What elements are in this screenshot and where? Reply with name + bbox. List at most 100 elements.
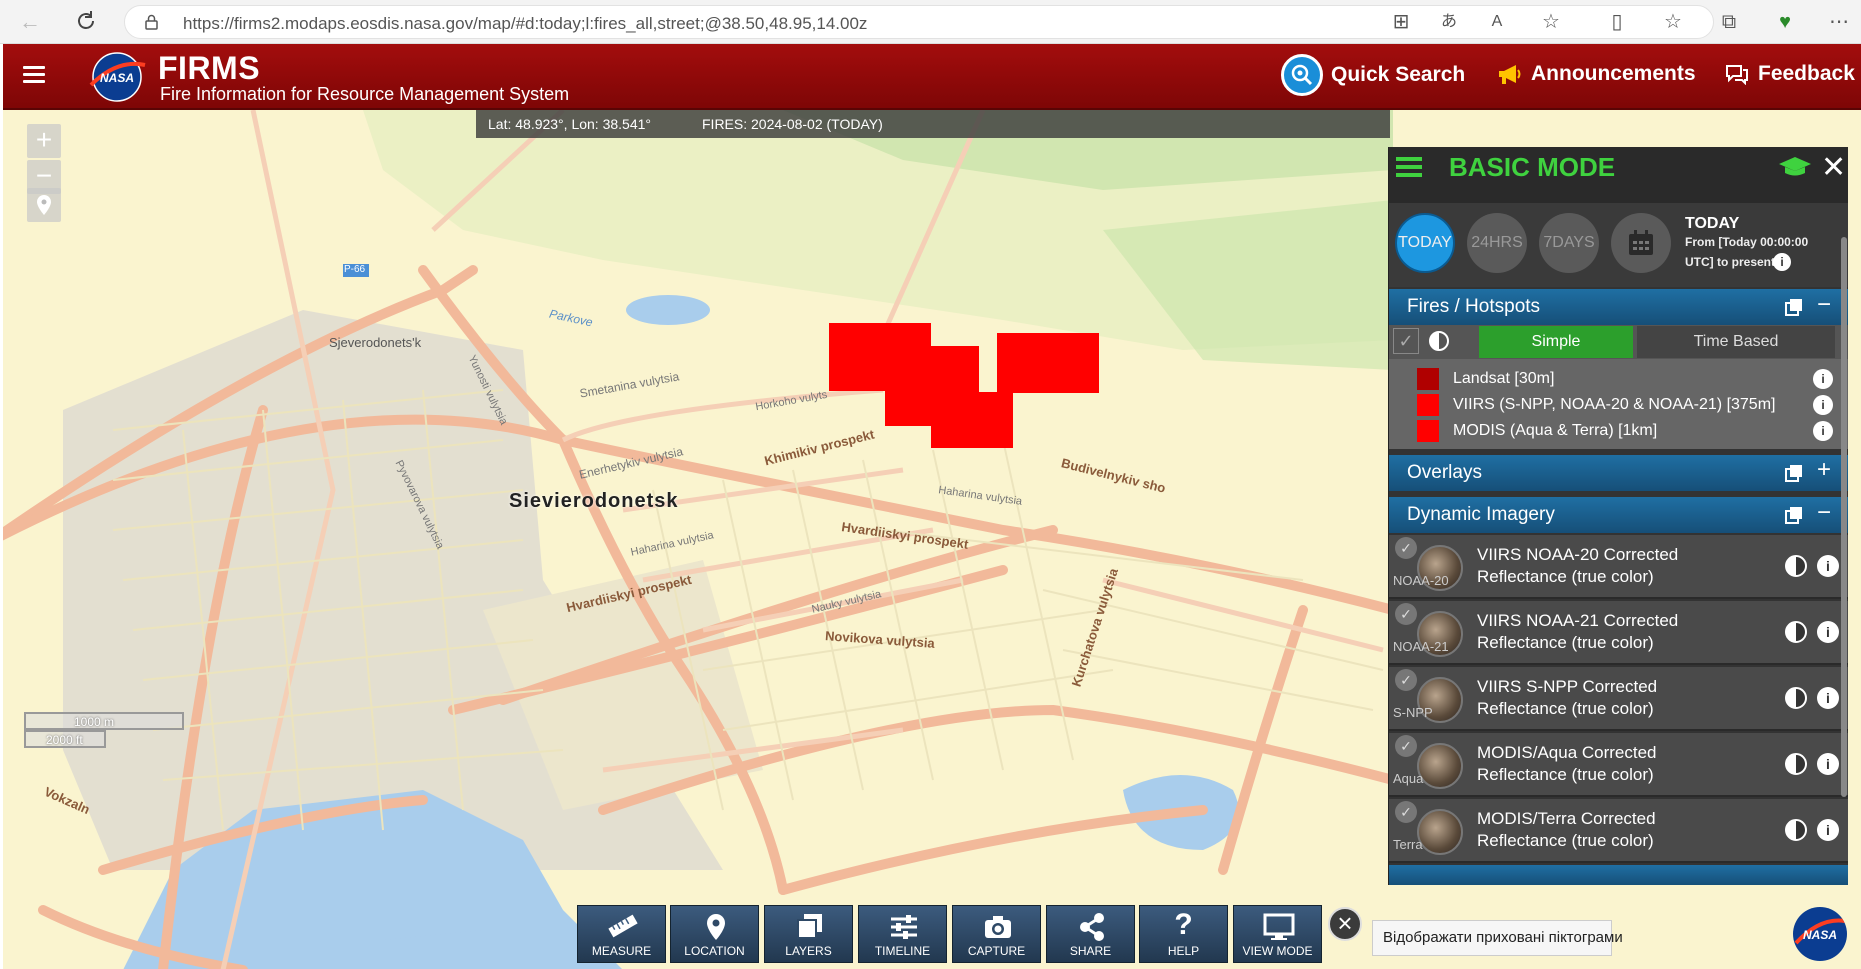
opacity-icon[interactable] [1785,687,1807,709]
more-menu-icon[interactable]: ⋯ [1826,10,1852,34]
layer-check-icon[interactable]: ✓ [1395,801,1417,823]
info-icon[interactable]: i [1817,819,1839,841]
layer-title: VIIRS S-NPP Corrected Reflectance (true c… [1477,676,1657,720]
hotspot-mode-row: ✓ Simple Time Based [1389,325,1848,359]
close-toolbar-icon[interactable]: × [1328,907,1362,941]
dynamic-layer-viirs-noaa21[interactable]: ✓ NOAA-21 VIIRS NOAA-21 Corrected Reflect… [1389,601,1848,665]
quick-search-label: Quick Search [1331,63,1466,86]
overlays-section[interactable]: Overlays + [1389,455,1848,491]
view-mode-tool-button[interactable]: VIEW MODE [1233,905,1322,963]
layer-check-icon[interactable]: ✓ [1395,603,1417,625]
hotspot-layer-modis[interactable]: MODIS (Aqua & Terra) [1km] i [1389,417,1848,447]
nasa-corner-logo[interactable]: NASA [1793,907,1847,961]
favorite-star-icon[interactable]: ☆ [1538,10,1564,34]
time-24hrs-button[interactable]: 24HRS [1467,213,1527,273]
layer-title-line2: Reflectance (true color) [1477,699,1654,718]
timeline-tool-button[interactable]: TIMELINE [858,905,947,963]
layer-title-line1: MODIS/Aqua Corrected [1477,743,1657,762]
tool-label: SHARE [1069,944,1112,958]
address-bar[interactable]: https://firms2.modaps.eosdis.nasa.gov/ma… [124,5,1714,39]
info-icon[interactable]: i [1817,621,1839,643]
time-info-icon[interactable]: i [1773,253,1791,271]
overlays-label: Overlays [1407,462,1482,483]
feedback-button[interactable]: Feedback [1724,62,1855,86]
panel-header: BASIC MODE ✕ [1389,147,1848,203]
layer-title-line1: VIIRS NOAA-21 Corrected [1477,611,1679,630]
fire-hotspot[interactable] [997,333,1099,393]
dynamic-layer-modis-aqua[interactable]: ✓ Aqua MODIS/Aqua Corrected Reflectance (… [1389,733,1848,797]
fires-hotspots-section[interactable]: Fires / Hotspots − [1389,289,1848,325]
time-7days-button[interactable]: 7DAYS [1539,213,1599,273]
zoom-in-button[interactable]: + [27,124,61,158]
measure-tool-button[interactable]: MEASURE [577,905,666,963]
hamburger-menu-icon[interactable] [23,66,45,84]
status-bar: Lat: 48.923°, Lon: 38.541° FIRES: 2024-0… [476,110,1390,138]
cursor-coordinates: Lat: 48.923°, Lon: 38.541° [488,116,651,132]
calendar-button[interactable] [1611,213,1671,273]
collapse-icon[interactable]: − [1817,499,1831,527]
favorites-icon[interactable]: ☆ [1660,10,1686,34]
info-icon[interactable]: i [1817,555,1839,577]
close-panel-icon[interactable]: ✕ [1821,150,1846,185]
question-mark-icon: ? [1174,908,1193,941]
layers-menu-icon[interactable] [1396,157,1424,179]
layer-check-icon[interactable]: ✓ [1395,537,1417,559]
collapse-icon[interactable]: − [1817,291,1831,319]
dynamic-layer-viirs-noaa20[interactable]: ✓ NOAA-20 VIIRS NOAA-20 Corrected Reflect… [1389,535,1848,599]
layer-title: VIIRS NOAA-20 Corrected Reflectance (true… [1477,544,1678,588]
mode-simple-button[interactable]: Simple [1479,326,1633,358]
help-tool-button[interactable]: ? HELP [1139,905,1228,963]
opacity-icon[interactable] [1429,331,1449,351]
url-text[interactable]: https://firms2.modaps.eosdis.nasa.gov/ma… [183,14,867,34]
back-icon[interactable]: ← [18,10,42,34]
opacity-icon[interactable] [1785,621,1807,643]
info-icon[interactable]: i [1813,421,1833,441]
layer-check-icon[interactable]: ✓ [1395,669,1417,691]
locate-button[interactable] [27,188,61,222]
translate-icon[interactable]: あ [1436,10,1462,34]
layers-copy-icon[interactable] [1785,298,1803,316]
static-backgrounds-section-partial[interactable] [1389,865,1848,885]
reload-icon[interactable] [74,10,98,34]
panel-scrollbar[interactable] [1841,237,1847,797]
info-icon[interactable]: i [1813,395,1833,415]
capture-tool-button[interactable]: CAPTURE [952,905,1041,963]
layers-copy-icon[interactable] [1785,464,1803,482]
fire-hotspot[interactable] [931,392,1013,448]
select-all-checkbox[interactable]: ✓ [1393,328,1419,354]
layer-title-line2: Reflectance (true color) [1477,765,1654,784]
opacity-icon[interactable] [1785,819,1807,841]
expand-icon[interactable]: + [1817,456,1831,484]
apps-icon[interactable]: ⊞ [1388,10,1414,34]
scale-label-feet: 2000 ft [46,733,83,747]
time-today-button[interactable]: TODAY [1395,213,1455,273]
layer-check-icon[interactable]: ✓ [1395,735,1417,757]
browser-essentials-icon[interactable]: ♥ [1772,10,1798,34]
info-icon[interactable]: i [1817,753,1839,775]
collections-icon[interactable]: ⧉ [1716,10,1742,34]
layers-icon [797,914,822,939]
lock-icon[interactable] [145,14,158,30]
tool-label: LOCATION [684,944,745,958]
info-icon[interactable]: i [1817,687,1839,709]
layers-tool-button[interactable]: LAYERS [764,905,853,963]
read-aloud-icon[interactable]: A [1484,10,1510,34]
quick-search-button[interactable]: Quick Search [1281,54,1465,96]
mode-time-based-button[interactable]: Time Based [1637,326,1835,358]
opacity-icon[interactable] [1785,753,1807,775]
dynamic-imagery-label: Dynamic Imagery [1407,504,1555,525]
app-header: NASA FIRMS Fire Information for Resource… [3,44,1861,110]
dynamic-layer-modis-terra[interactable]: ✓ Terra MODIS/Terra Corrected Reflectance… [1389,799,1848,863]
opacity-icon[interactable] [1785,555,1807,577]
graduation-cap-icon[interactable] [1777,155,1813,179]
nasa-logo[interactable]: NASA [87,51,147,103]
dynamic-imagery-section[interactable]: Dynamic Imagery − [1389,497,1848,533]
dynamic-layer-viirs-snpp[interactable]: ✓ S-NPP VIIRS S-NPP Corrected Reflectance… [1389,667,1848,731]
location-tool-button[interactable]: LOCATION [670,905,759,963]
scale-bar-meters: 1000 m [24,712,184,730]
announcements-button[interactable]: Announcements [1497,62,1696,86]
share-tool-button[interactable]: SHARE [1046,905,1135,963]
layers-copy-icon[interactable] [1785,506,1803,524]
split-screen-icon[interactable]: ▯ [1604,10,1630,34]
info-icon[interactable]: i [1813,369,1833,389]
